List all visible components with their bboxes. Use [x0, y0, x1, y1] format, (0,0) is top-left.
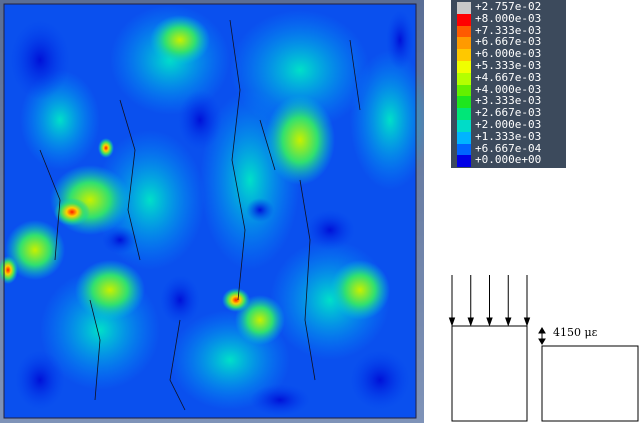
strain-contour-field — [0, 3, 424, 419]
legend-row: +0.000e+00 — [454, 153, 566, 168]
deformed-specimen-box — [541, 345, 639, 422]
loaded-specimen-box — [451, 325, 528, 422]
loading-schematic — [448, 275, 639, 422]
load-arrowhead-icon — [486, 317, 493, 327]
legend-label: +0.000e+00 — [475, 153, 542, 167]
strain-arrow-icon — [538, 327, 546, 345]
strain-label: 4150 με — [553, 326, 598, 339]
legend-swatch — [457, 155, 471, 168]
load-arrowhead-icon — [523, 317, 531, 327]
load-arrowhead-icon — [467, 317, 474, 327]
load-arrowhead-icon — [448, 317, 456, 327]
color-legend: +2.757e-02 +8.000e-03 +7.333e-03 +6.667e-03… — [451, 0, 566, 168]
contour-plot — [0, 0, 424, 423]
load-arrowhead-icon — [505, 317, 512, 327]
